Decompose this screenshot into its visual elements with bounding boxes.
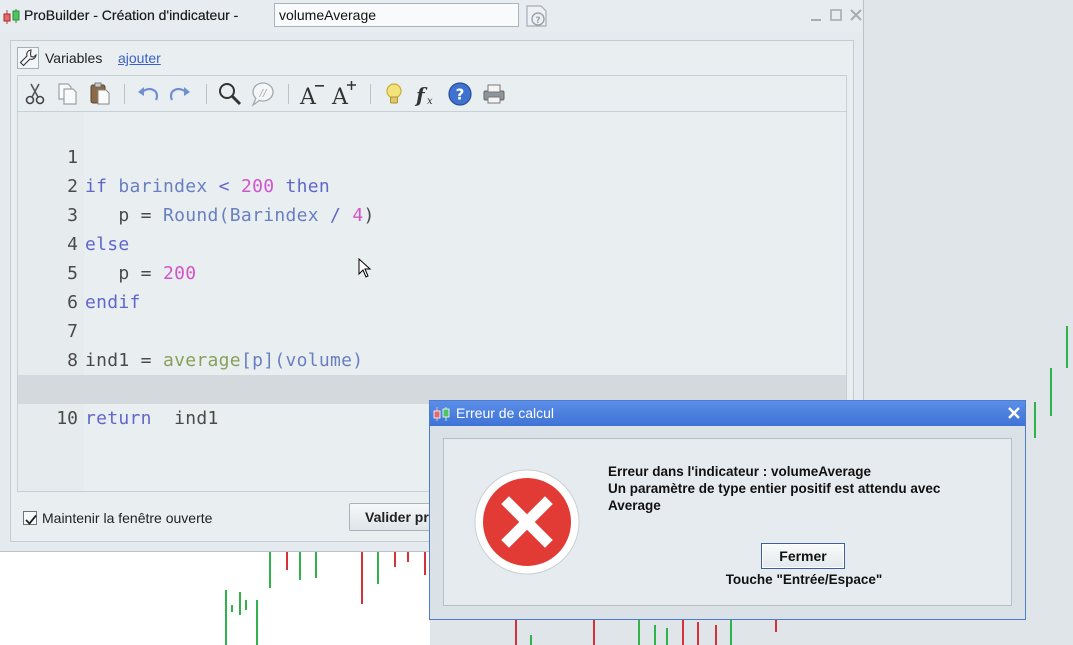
code-text: return ind1 — [85, 408, 219, 429]
code-line[interactable]: 2 p = Round(Barindex / 4) — [18, 143, 846, 226]
code-line[interactable]: 6 — [18, 259, 846, 313]
code-line[interactable]: 7 ind1 = average[p](volume) — [18, 288, 846, 371]
window-titlebar[interactable]: ProBuilder - Création d'indicateur - ? — [0, 0, 862, 32]
add-variable-link[interactable]: ajouter — [118, 50, 161, 66]
maximize-icon[interactable] — [828, 6, 844, 24]
mouse-cursor-icon — [358, 258, 372, 278]
lightbulb-icon[interactable] — [380, 80, 408, 108]
svg-text:A: A — [331, 85, 349, 108]
error-dialog-titlebar[interactable]: Erreur de calcul — [430, 401, 1025, 426]
toolbar-separator — [370, 84, 371, 104]
comment-icon[interactable]: // — [248, 80, 276, 108]
search-icon[interactable] — [216, 80, 244, 108]
code-line[interactable]: 4 p = 200 — [18, 201, 846, 284]
toolbar-separator — [206, 84, 207, 104]
variables-settings-button[interactable] — [17, 47, 39, 69]
error-message-line: Average — [608, 498, 661, 513]
font-decrease-icon[interactable]: A — [298, 80, 326, 108]
svg-text:f: f — [414, 83, 428, 107]
help-document-icon[interactable]: ? — [524, 4, 550, 28]
scissors-icon[interactable] — [22, 80, 50, 108]
print-icon[interactable] — [480, 80, 508, 108]
code-line[interactable]: 9 return ind1 — [18, 346, 846, 429]
toolbar-separator — [288, 84, 289, 104]
svg-text:?: ? — [456, 86, 465, 104]
checkmark-icon — [25, 514, 37, 525]
error-message-line: Un paramètre de type entier positif est … — [608, 481, 941, 496]
line-number: 10 — [56, 408, 78, 429]
code-line[interactable]: 8 — [18, 317, 846, 371]
toolbar-separator — [124, 84, 125, 104]
code-line[interactable]: 1 if barindex < 200 then — [18, 114, 846, 197]
error-icon — [474, 469, 580, 575]
svg-text:?: ? — [535, 16, 540, 26]
copy-icon[interactable] — [54, 80, 82, 108]
svg-text:x: x — [427, 96, 433, 107]
window-title: ProBuilder - Création d'indicateur - — [24, 7, 239, 23]
code-line[interactable]: 5 endif — [18, 230, 846, 313]
close-button[interactable]: Fermer — [761, 543, 845, 569]
indicator-name-input[interactable] — [274, 3, 519, 27]
close-icon[interactable] — [1004, 403, 1024, 423]
candlestick-app-icon — [3, 9, 20, 24]
error-dialog-title: Erreur de calcul — [456, 405, 555, 421]
code-line[interactable]: 3 else — [18, 172, 846, 255]
window-controls — [808, 6, 864, 26]
error-dialog: Erreur de calcul Erreur dans l'indicateu… — [429, 400, 1026, 620]
redo-icon[interactable] — [166, 80, 194, 108]
font-increase-icon[interactable]: A — [330, 80, 358, 108]
error-message: Erreur dans l'indicateur : volumeAverage… — [608, 463, 1008, 514]
error-message-line: Erreur dans l'indicateur : volumeAverage — [608, 464, 872, 479]
svg-text:A: A — [299, 85, 317, 108]
function-icon[interactable]: f x — [412, 80, 440, 108]
help-icon[interactable]: ? — [446, 80, 474, 108]
undo-icon[interactable] — [134, 80, 162, 108]
editor-toolbar: // A A f x ? — [17, 75, 847, 111]
paste-icon[interactable] — [86, 80, 114, 108]
wrench-icon — [19, 49, 37, 67]
variables-label: Variables — [45, 50, 103, 66]
close-icon[interactable] — [848, 6, 864, 24]
error-dialog-body: Erreur dans l'indicateur : volumeAverage… — [443, 438, 1012, 606]
candlestick-app-icon — [433, 407, 450, 421]
keep-open-checkbox[interactable] — [23, 511, 37, 525]
close-shortcut-hint: Touche "Entrée/Espace" — [725, 572, 883, 587]
minimize-icon[interactable] — [808, 6, 824, 24]
keep-open-label: Maintenir la fenêtre ouverte — [42, 510, 213, 526]
